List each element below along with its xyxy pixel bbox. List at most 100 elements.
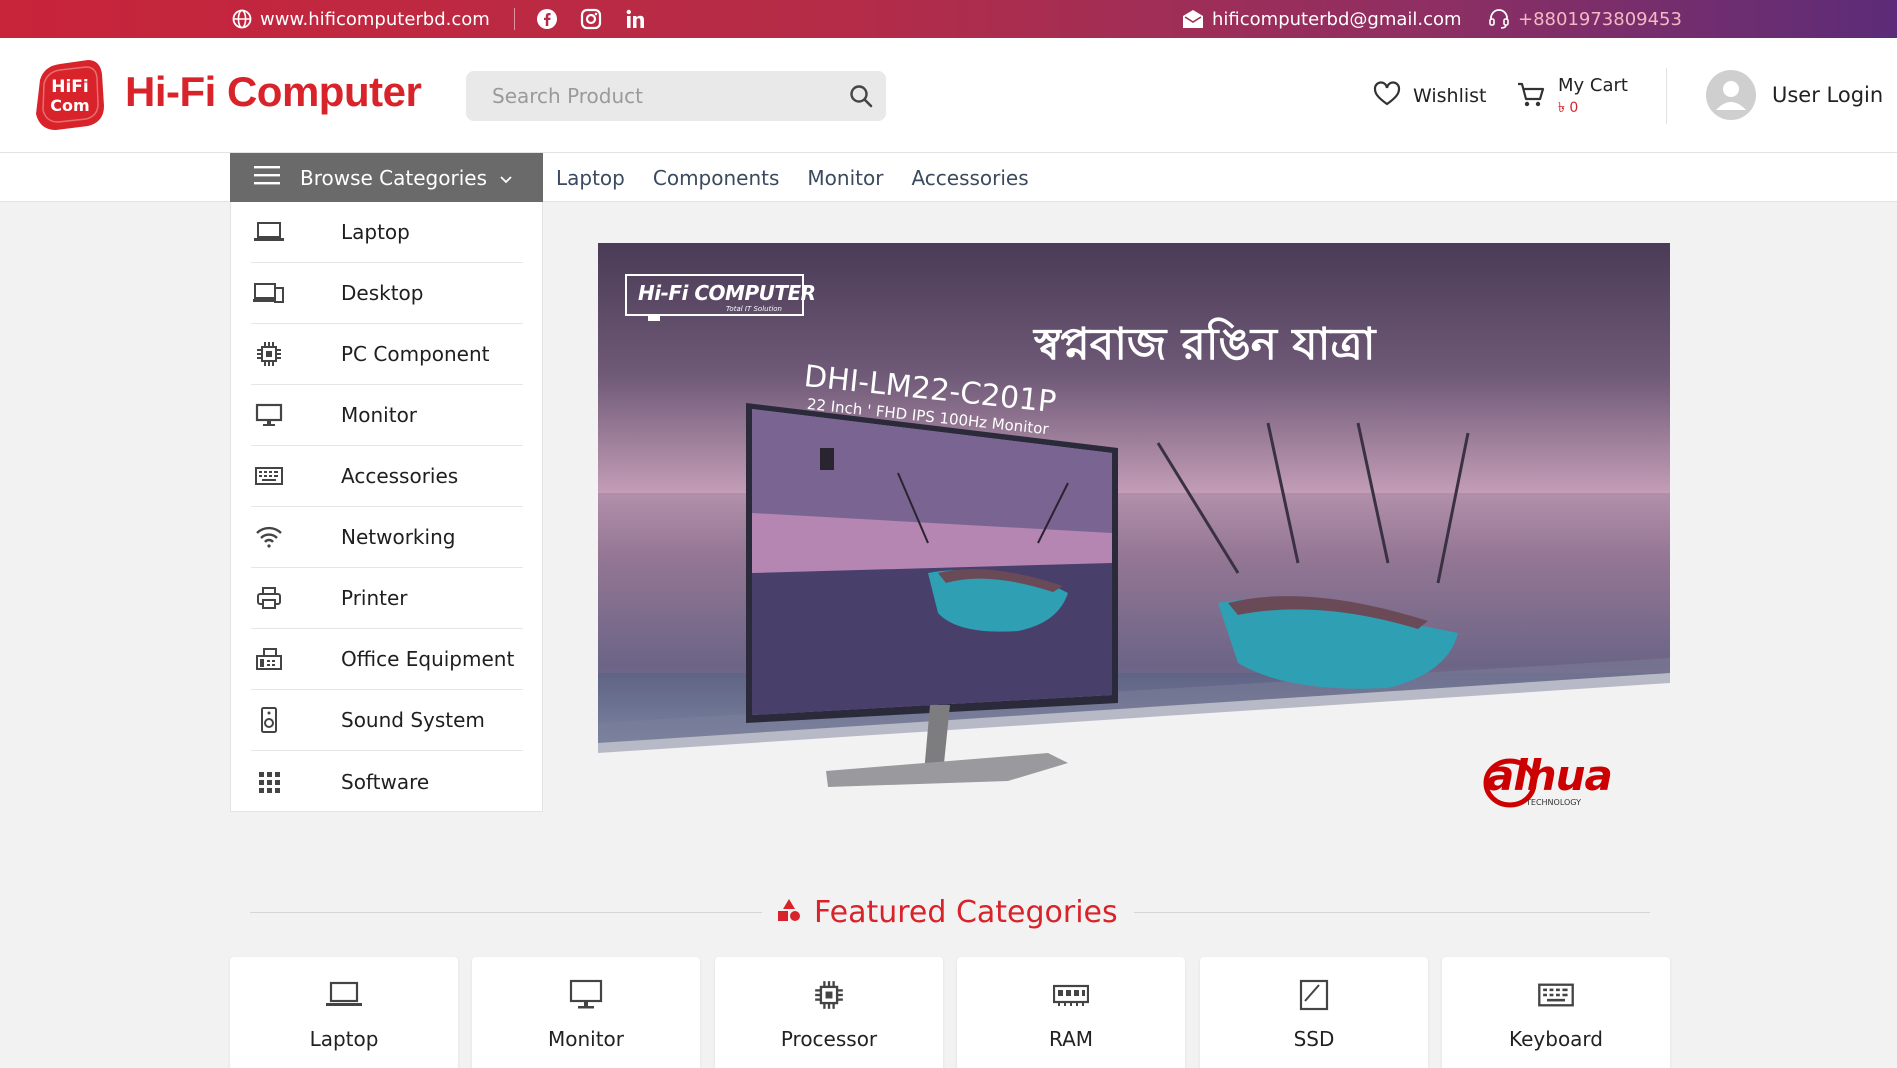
maker-logo-sub: TECHNOLOGY <box>1526 798 1581 807</box>
ram-icon <box>1051 977 1091 1013</box>
hero-banner[interactable]: Hi-Fi COMPUTER Total IT Solution স্বপ্নব… <box>598 243 1670 846</box>
featured-title: Featured Categories <box>776 890 1118 934</box>
sidebar-item-printer[interactable]: Printer <box>251 568 523 629</box>
header-divider <box>1666 68 1667 124</box>
linkedin-icon <box>625 8 647 30</box>
top-bar: www.hificomputerbd.com hificomputerbd@gm… <box>0 0 1897 38</box>
sidebar-item-label: Printer <box>341 586 408 610</box>
section-divider-left <box>250 912 762 913</box>
maker-logo: alhua <box>1486 751 1613 800</box>
avatar-icon <box>1706 70 1756 120</box>
desktop-icon <box>251 279 287 307</box>
hamburger-icon <box>254 165 280 190</box>
cart-amount: ৳ 0 <box>1558 99 1579 116</box>
sidebar-item-laptop[interactable]: Laptop <box>251 202 523 263</box>
sidebar-item-desktop[interactable]: Desktop <box>251 263 523 324</box>
sidebar-item-sound-system[interactable]: Sound System <box>251 690 523 751</box>
nav-links: Laptop Components Monitor Accessories <box>556 153 1029 202</box>
sidebar-item-label: PC Component <box>341 342 490 366</box>
shapes-icon <box>776 895 802 930</box>
featured-card-processor[interactable]: Processor <box>715 957 943 1068</box>
chip-icon <box>251 340 287 368</box>
featured-card-ssd[interactable]: SSD <box>1200 957 1428 1068</box>
keyboard-icon <box>1536 977 1576 1013</box>
site-header: HiFi Com Hi-Fi Computer Wishlist My Cart… <box>0 38 1897 153</box>
search-button[interactable] <box>846 81 876 111</box>
sidebar-item-office-equipment[interactable]: Office Equipment <box>251 629 523 690</box>
nav-bar: Browse Categories Laptop Components Moni… <box>0 153 1897 202</box>
sidebar-item-label: Software <box>341 769 430 794</box>
logo-badge[interactable]: HiFi Com <box>30 58 106 132</box>
featured-card-keyboard[interactable]: Keyboard <box>1442 957 1670 1068</box>
chip-icon <box>809 977 849 1013</box>
featured-card-monitor[interactable]: Monitor <box>472 957 700 1068</box>
featured-card-ram[interactable]: RAM <box>957 957 1185 1068</box>
featured-card-label: Laptop <box>309 1027 379 1051</box>
banner-brand: Hi-Fi COMPUTER <box>638 281 816 305</box>
nav-link-accessories[interactable]: Accessories <box>911 166 1028 190</box>
chevron-down-icon <box>499 166 513 190</box>
logo-text-top: HiFi <box>51 77 89 97</box>
headset-icon <box>1488 8 1510 30</box>
login-label: User Login <box>1772 83 1884 107</box>
sidebar-item-label: Laptop <box>341 220 410 244</box>
search-icon <box>850 85 873 108</box>
mail-icon <box>1182 9 1204 29</box>
laptop-icon <box>324 977 364 1013</box>
wishlist-label: Wishlist <box>1413 85 1487 107</box>
laptop-icon <box>251 218 287 246</box>
category-sidebar: Laptop Desktop PC Component Monitor Acce… <box>230 202 543 812</box>
brand-name[interactable]: Hi-Fi Computer <box>125 68 422 116</box>
sidebar-item-label: Accessories <box>341 464 459 488</box>
ssd-icon <box>1294 977 1334 1013</box>
featured-card-label: RAM <box>1048 1027 1094 1051</box>
featured-title-text: Featured Categories <box>814 894 1118 930</box>
search-bar <box>466 71 886 121</box>
sidebar-item-software[interactable]: Software <box>251 751 523 812</box>
keyboard-icon <box>251 462 287 490</box>
cart-icon <box>1516 81 1546 113</box>
nav-link-laptop[interactable]: Laptop <box>556 166 625 190</box>
facebook-link[interactable] <box>536 0 558 38</box>
browse-categories-button[interactable]: Browse Categories <box>230 153 543 202</box>
phone-text: +8801973809453 <box>1518 8 1682 30</box>
linkedin-link[interactable] <box>625 0 647 38</box>
featured-card-label: Monitor <box>547 1027 625 1051</box>
cart-label: My Cart <box>1558 74 1628 96</box>
phone-contact[interactable]: +8801973809453 <box>1488 0 1682 38</box>
wishlist-button[interactable]: Wishlist <box>1373 78 1487 114</box>
email-text: hificomputerbd@gmail.com <box>1212 8 1462 30</box>
browse-label: Browse Categories <box>300 165 487 190</box>
divider <box>514 8 515 30</box>
featured-card-laptop[interactable]: Laptop <box>230 957 458 1068</box>
sidebar-item-label: Monitor <box>341 403 418 427</box>
instagram-icon <box>580 8 602 30</box>
sidebar-item-label: Networking <box>341 525 456 549</box>
fax-icon <box>251 645 287 673</box>
heart-icon <box>1373 80 1401 112</box>
banner-brand-sub: Total IT Solution <box>726 305 782 313</box>
instagram-link[interactable] <box>580 0 602 38</box>
cart-button[interactable]: My Cart ৳ 0 <box>1516 72 1628 122</box>
nav-link-components[interactable]: Components <box>653 166 780 190</box>
featured-card-label: Keyboard <box>1508 1027 1603 1051</box>
user-login-button[interactable]: User Login <box>1706 68 1883 122</box>
nav-link-monitor[interactable]: Monitor <box>807 166 883 190</box>
monitor-icon <box>251 401 287 429</box>
section-divider-right <box>1134 912 1650 913</box>
sidebar-item-label: Desktop <box>341 281 424 305</box>
wifi-icon <box>251 523 287 551</box>
globe-icon <box>232 9 252 29</box>
sidebar-item-networking[interactable]: Networking <box>251 507 523 568</box>
speaker-icon <box>251 706 287 734</box>
facebook-icon <box>536 8 558 30</box>
sidebar-item-accessories[interactable]: Accessories <box>251 446 523 507</box>
featured-card-label: Processor <box>780 1027 878 1051</box>
sidebar-item-monitor[interactable]: Monitor <box>251 385 523 446</box>
printer-icon <box>251 584 287 612</box>
sidebar-item-label: Sound System <box>341 708 485 732</box>
website-link[interactable]: www.hificomputerbd.com <box>232 0 490 38</box>
sidebar-item-pc-component[interactable]: PC Component <box>251 324 523 385</box>
email-contact[interactable]: hificomputerbd@gmail.com <box>1182 0 1462 38</box>
search-input[interactable] <box>466 71 826 121</box>
